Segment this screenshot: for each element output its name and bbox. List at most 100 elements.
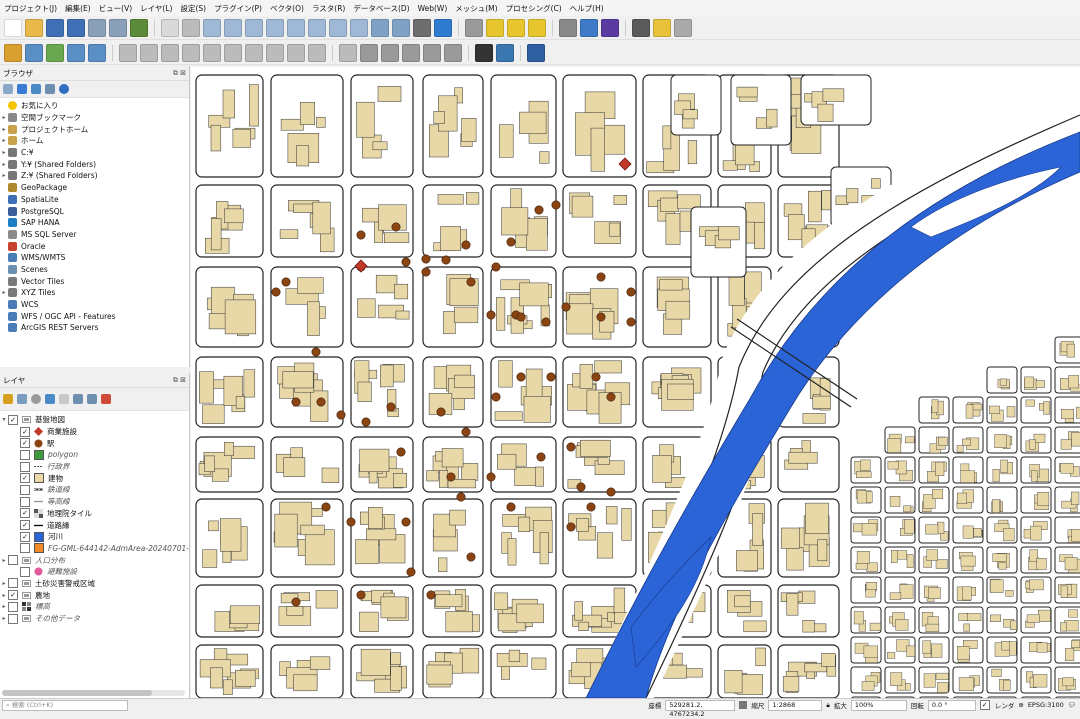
layer-item[interactable]: ▸人口分布 [0,554,189,566]
expand-arrow-icon[interactable]: ▸ [0,137,8,144]
annotation-icon[interactable] [528,19,546,37]
layer-visibility-checkbox[interactable] [8,555,18,565]
browser-item[interactable]: ▸XYZ Tiles [0,287,189,299]
expand-arrow-icon[interactable]: ▸ [0,592,8,599]
settings-icon[interactable] [559,19,577,37]
expand-arrow-icon[interactable]: ▸ [0,603,8,610]
layer-item[interactable]: polygon [0,449,189,461]
expand-arrow-icon[interactable]: ▸ [0,161,8,168]
browser-item[interactable]: WCS [0,299,189,311]
browser-item[interactable]: PostgreSQL [0,205,189,217]
layer-item[interactable]: ✓河川 [0,531,189,543]
refresh-icon[interactable] [434,19,452,37]
menu-item[interactable]: Web(W) [414,4,452,13]
python-icon[interactable] [496,44,514,62]
style-manager-icon[interactable] [130,19,148,37]
layer-visibility-checkbox[interactable] [8,602,18,612]
processing-icon[interactable] [580,19,598,37]
layer-item[interactable]: 鉄道線 [0,484,189,496]
new-3d-view-icon[interactable] [392,19,410,37]
render-checkbox[interactable]: ✓ [980,700,990,710]
panel-window-buttons[interactable]: ⧉ ⊠ [173,376,189,385]
zoom-out-icon[interactable] [224,19,242,37]
save-as-icon[interactable] [67,19,85,37]
label-rotate-icon[interactable] [423,44,441,62]
browser-item[interactable]: ▸Z:¥ (Shared Folders) [0,170,189,182]
zoom-field[interactable]: 100% [851,700,907,711]
menu-item[interactable]: データベース(D) [349,3,413,14]
pan-icon[interactable] [161,19,179,37]
browser-item[interactable]: お気に入り [0,100,189,112]
add-selected-icon[interactable] [3,84,13,94]
expand-arrow-icon[interactable]: ▸ [0,172,8,179]
layer-visibility-checkbox[interactable]: ✓ [20,438,30,448]
add-vector-icon[interactable] [46,44,64,62]
paste-icon[interactable] [266,44,284,62]
add-group-icon[interactable] [17,394,27,404]
expand-arrow-icon[interactable]: ▸ [0,149,8,156]
pan-to-selection-icon[interactable] [182,19,200,37]
crs-label[interactable]: EPSG:3100 [1028,701,1064,709]
save-project-icon[interactable] [46,19,64,37]
measure-icon[interactable] [632,19,650,37]
layer-item[interactable]: ▸土砂災害警戒区域 [0,578,189,590]
new-map-view-icon[interactable] [371,19,389,37]
cut-icon[interactable] [224,44,242,62]
add-line-icon[interactable] [67,44,85,62]
filter-legend-icon[interactable] [45,394,55,404]
redo-icon[interactable] [308,44,326,62]
layer-item[interactable]: ▸その他データ [0,613,189,625]
crs-icon[interactable]: ⊕ [1018,701,1023,709]
browser-item[interactable]: ▸空間ブックマーク [0,112,189,124]
layer-visibility-checkbox[interactable] [8,578,18,588]
browser-item[interactable]: SAP HANA [0,217,189,229]
print-layout-icon[interactable] [88,19,106,37]
zoom-layer-icon[interactable] [287,19,305,37]
menu-item[interactable]: ビュー(V) [95,3,136,14]
layer-visibility-checkbox[interactable]: ✓ [20,427,30,437]
expand-arrow-icon[interactable]: ▸ [0,289,8,296]
add-polygon-icon[interactable] [88,44,106,62]
help-icon[interactable] [527,44,545,62]
browser-item[interactable]: ▸Y:¥ (Shared Folders) [0,158,189,170]
expand-arrow-icon[interactable]: ▸ [0,114,8,121]
remove-layer-icon[interactable] [101,394,111,404]
layer-visibility-checkbox[interactable] [20,497,30,507]
map-svg[interactable] [191,67,1080,698]
menu-item[interactable]: ベクタ(O) [266,3,308,14]
menu-item[interactable]: ラスタ(R) [308,3,349,14]
quickmapservices-icon[interactable] [475,44,493,62]
lock-icon[interactable]: 🔒︎ [826,701,829,710]
digitize-icon[interactable] [4,44,22,62]
expand-arrow-icon[interactable]: ▸ [0,615,8,622]
layer-item[interactable]: 避難施設 [0,566,189,578]
select-icon[interactable] [486,19,504,37]
layer-item[interactable]: ✓駅 [0,437,189,449]
map-canvas[interactable] [191,67,1080,698]
save-edits-icon[interactable] [140,44,158,62]
add-feature-icon[interactable] [161,44,179,62]
browser-item[interactable]: ▸C:¥ [0,147,189,159]
toggle-extents-icon[interactable] [739,701,747,709]
visibility-icon[interactable] [31,394,41,404]
layer-visibility-checkbox[interactable]: ✓ [8,590,18,600]
browser-item[interactable]: Oracle [0,240,189,252]
messages-icon[interactable]: 💬︎ [1068,701,1076,709]
menu-item[interactable]: メッシュ(M) [451,3,501,14]
layers-scrollbar[interactable] [2,690,185,696]
locator-search-input[interactable]: ⌕ 検索 (Ctrl+K) [2,700,128,711]
style-icon[interactable] [3,394,13,404]
identify-icon[interactable] [465,19,483,37]
browser-item[interactable]: WMS/WMTS [0,252,189,264]
zoom-full-icon[interactable] [245,19,263,37]
scale-field[interactable]: 1:2868 [768,700,822,711]
coordinate-field[interactable]: 529281.2, 4767234.2 [665,700,735,711]
zoom-in-icon[interactable] [203,19,221,37]
browser-item[interactable]: ▸ホーム [0,135,189,147]
layer-visibility-checkbox[interactable] [8,614,18,624]
layer-item[interactable]: ▸✓農地 [0,589,189,601]
layer-visibility-checkbox[interactable] [20,485,30,495]
layout-manager-icon[interactable] [109,19,127,37]
browser-item[interactable]: WFS / OGC API - Features [0,310,189,322]
layer-visibility-checkbox[interactable]: ✓ [20,532,30,542]
